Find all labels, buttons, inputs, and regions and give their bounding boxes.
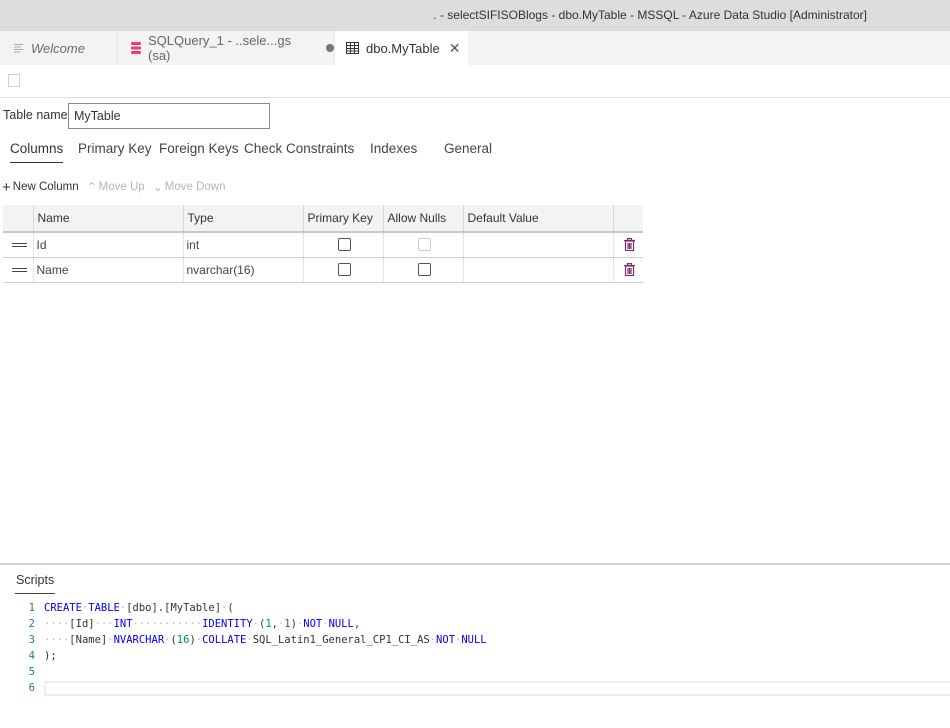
allow-nulls-checkbox[interactable]	[418, 263, 431, 276]
line-number: 5	[28, 666, 35, 678]
token-keyword: NOT	[436, 634, 456, 646]
table-row: Name nvarchar(16)	[3, 257, 643, 283]
header-name[interactable]: Name	[32, 205, 183, 233]
publish-save-icon[interactable]	[8, 74, 20, 87]
designer-toolbar	[0, 65, 950, 98]
cell-name[interactable]: Id	[32, 232, 183, 258]
code-line-4: 4 );	[0, 648, 950, 664]
allow-nulls-checkbox	[418, 238, 431, 252]
chevron-down-icon: ⌄	[152, 180, 163, 194]
token-punct: );	[44, 650, 57, 662]
line-number: 6	[28, 682, 35, 694]
table-name-label: Table name	[3, 108, 68, 122]
token-keyword: INT	[113, 618, 133, 630]
tab-dbo-mytable[interactable]: dbo.MyTable ✕	[335, 31, 468, 65]
tab-foreign-keys[interactable]: Foreign Keys	[159, 141, 239, 156]
token-identifier: [Name]	[69, 634, 108, 646]
tab-general[interactable]: General	[444, 141, 492, 156]
header-drag	[3, 205, 33, 233]
tab-columns[interactable]: Columns	[10, 141, 64, 163]
token-keyword: NOT	[303, 618, 323, 630]
database-icon	[131, 42, 141, 54]
title-bar: . - selectSIFISOBlogs - dbo.MyTable - MS…	[0, 0, 950, 31]
header-primary-key[interactable]: Primary Key	[302, 205, 383, 233]
table-grid-icon	[346, 42, 359, 54]
token-keyword: NULL	[461, 634, 487, 646]
code-line-2: 2 ····[Id]···INT···········IDENTITY·(1,·…	[0, 616, 950, 632]
cell-name[interactable]: Name	[32, 257, 183, 283]
panel-splitter[interactable]	[0, 563, 950, 565]
move-down-button[interactable]: ⌄ Move Down	[153, 180, 226, 194]
token-punct: ,	[353, 618, 361, 630]
columns-grid: Name Type Primary Key Allow Nulls Defaul…	[3, 205, 643, 283]
tab-primary-key[interactable]: Primary Key	[78, 141, 152, 156]
document-lines-icon	[14, 43, 24, 53]
header-type[interactable]: Type	[182, 205, 303, 233]
line-number: 2	[28, 618, 35, 630]
new-column-button[interactable]: + New Column	[2, 179, 79, 196]
trash-icon[interactable]	[624, 263, 636, 276]
token-keyword: IDENTITY	[202, 618, 253, 630]
plus-icon: +	[2, 178, 11, 196]
move-down-label: Move Down	[164, 181, 226, 193]
line-number: 1	[28, 602, 35, 614]
drag-handle-icon[interactable]	[12, 242, 27, 247]
move-up-label: Move Up	[98, 181, 145, 193]
line-number: 3	[28, 634, 35, 646]
cell-default-value[interactable]	[462, 232, 613, 258]
line-number: 4	[28, 650, 35, 662]
grid-header-row: Name Type Primary Key Allow Nulls Defaul…	[3, 205, 643, 233]
cell-type[interactable]: nvarchar(16)	[182, 257, 303, 283]
token-keyword: TABLE	[88, 602, 120, 614]
header-allow-nulls[interactable]: Allow Nulls	[382, 205, 463, 233]
primary-key-checkbox[interactable]	[338, 263, 351, 276]
move-up-button[interactable]: ⌃ Move Up	[87, 180, 145, 194]
tab-label: SQLQuery_1 - ..sele...gs (sa)	[148, 33, 292, 63]
code-line-5: 5	[0, 664, 950, 680]
close-icon[interactable]: ✕	[449, 40, 461, 57]
tab-check-constraints[interactable]: Check Constraints	[244, 141, 354, 156]
token-keyword: NULL	[328, 618, 354, 630]
header-default-value[interactable]: Default Value	[462, 205, 613, 233]
window-title: . - selectSIFISOBlogs - dbo.MyTable - MS…	[433, 8, 867, 22]
table-name-input[interactable]	[68, 103, 270, 129]
table-row: Id int	[3, 232, 643, 258]
token-identifier: [Id]	[69, 618, 95, 630]
unsaved-dot-icon[interactable]	[326, 44, 334, 52]
chevron-up-icon: ⌃	[86, 180, 97, 194]
tab-label: dbo.MyTable	[366, 40, 440, 56]
token-identifier: [dbo].[MyTable]	[126, 602, 222, 614]
drag-handle-icon[interactable]	[12, 267, 27, 272]
code-line-3: 3 ····[Name]·NVARCHAR·(16)·COLLATE·SQL_L…	[0, 632, 950, 648]
token-keyword: CREATE	[44, 602, 82, 614]
token-keyword: NVARCHAR	[113, 634, 165, 646]
tab-sqlquery[interactable]: SQLQuery_1 - ..sele...gs (sa)	[118, 31, 335, 65]
header-actions	[612, 205, 643, 233]
editor-tab-bar: Welcome SQLQuery_1 - ..sele...gs (sa) db…	[0, 31, 950, 65]
scripts-tab[interactable]: Scripts	[14, 573, 56, 594]
new-column-label: New Column	[12, 181, 79, 193]
token-number: 16	[176, 634, 190, 646]
code-line-1: 1 CREATE·TABLE·[dbo].[MyTable]·(	[0, 600, 950, 616]
token-punct: (	[227, 602, 234, 614]
column-toolbar: + New Column ⌃ Move Up ⌄ Move Down	[2, 179, 233, 196]
token-identifier: SQL_Latin1_General_CP1_CI_AS	[252, 634, 430, 646]
tab-label: Welcome	[31, 40, 85, 56]
current-line-highlight	[44, 681, 950, 696]
token-keyword: COLLATE	[202, 634, 247, 646]
cell-default-value[interactable]	[462, 257, 613, 283]
primary-key-checkbox[interactable]	[338, 238, 351, 252]
tab-indexes[interactable]: Indexes	[370, 141, 417, 156]
cell-type[interactable]: int	[182, 232, 303, 258]
tab-welcome[interactable]: Welcome	[0, 31, 118, 65]
trash-icon[interactable]	[624, 238, 636, 252]
